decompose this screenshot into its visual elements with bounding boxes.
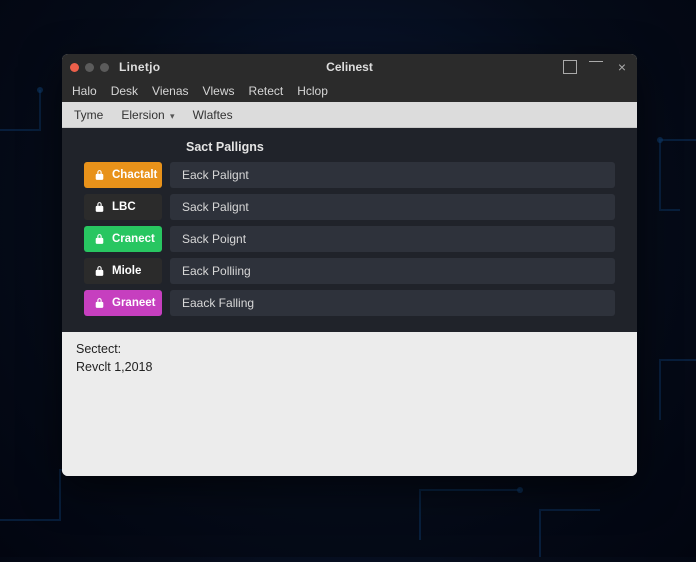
row-pill-graneet[interactable]: Graneet (84, 290, 162, 316)
row-text[interactable]: Sack Palignt (170, 194, 615, 220)
menu-vlews[interactable]: Vlews (203, 84, 235, 98)
rows-container: Chactalt Eack Palignt LBC Sack Palignt (84, 162, 615, 316)
minimize-window-button[interactable] (85, 63, 94, 72)
list-row: Miole Eack Polliing (84, 258, 615, 284)
minimize-window-button-right[interactable] (589, 60, 603, 74)
row-pill-label: Cranect (110, 233, 155, 245)
row-pill-label: Chactalt (110, 169, 157, 181)
row-pill-lbc[interactable]: LBC (84, 194, 162, 220)
titlebar: Linetjo Celinest × (62, 54, 637, 80)
list-row: Graneet Eaack Falling (84, 290, 615, 316)
maximize-window-button[interactable] (563, 60, 577, 74)
menubar: Halo Desk Vienas Vlews Retect Hclop (62, 80, 637, 102)
window-controls-right: × (563, 60, 629, 74)
list-row: Chactalt Eack Palignt (84, 162, 615, 188)
row-pill-miole[interactable]: Miole (84, 258, 162, 284)
toolbar-elersion-label: Elersion (121, 108, 164, 122)
toolbar-tyme-label: Tyme (74, 108, 103, 122)
chevron-down-icon: ▾ (170, 111, 175, 121)
lock-icon (88, 201, 110, 214)
menu-vienas[interactable]: Vienas (152, 84, 188, 98)
window-title: Celinest (326, 60, 373, 74)
close-window-button[interactable] (70, 63, 79, 72)
row-pill-chactalt[interactable]: Chactalt (84, 162, 162, 188)
row-pill-label: Graneet (110, 297, 155, 309)
list-row: LBC Sack Palignt (84, 194, 615, 220)
toolbar-wlaftes-label: Wlaftes (193, 108, 233, 122)
app-name-label: Linetjo (119, 60, 160, 74)
toolbar-tyme[interactable]: Tyme (74, 108, 103, 122)
content-panel: Sact Palligns Chactalt Eack Palignt LBC (62, 128, 637, 332)
app-window: Linetjo Celinest × Halo Desk Vienas Vlew… (62, 54, 637, 476)
window-traffic-lights (70, 63, 109, 72)
row-text[interactable]: Eaack Falling (170, 290, 615, 316)
toolbar: Tyme Elersion ▾ Wlaftes (62, 102, 637, 128)
lock-icon (88, 297, 110, 310)
toolbar-wlaftes[interactable]: Wlaftes (193, 108, 233, 122)
menu-desk[interactable]: Desk (111, 84, 138, 98)
footer-line2: Revclt 1,2018 (76, 360, 623, 374)
lock-icon (88, 169, 110, 182)
section-title: Sact Palligns (186, 140, 615, 154)
maximize-window-button-left[interactable] (100, 63, 109, 72)
menu-hclop[interactable]: Hclop (297, 84, 328, 98)
row-text[interactable]: Eack Palignt (170, 162, 615, 188)
footer-panel: Sectect: Revclt 1,2018 (62, 332, 637, 476)
lock-icon (88, 265, 110, 278)
toolbar-elersion[interactable]: Elersion ▾ (121, 108, 174, 122)
row-pill-cranect[interactable]: Cranect (84, 226, 162, 252)
menu-halo[interactable]: Halo (72, 84, 97, 98)
row-pill-label: Miole (110, 265, 141, 277)
menu-retect[interactable]: Retect (249, 84, 284, 98)
row-pill-label: LBC (110, 201, 136, 213)
list-row: Cranect Sack Poignt (84, 226, 615, 252)
footer-line1: Sectect: (76, 342, 623, 356)
close-window-button-right[interactable]: × (615, 60, 629, 74)
lock-icon (88, 233, 110, 246)
row-text[interactable]: Eack Polliing (170, 258, 615, 284)
row-text[interactable]: Sack Poignt (170, 226, 615, 252)
